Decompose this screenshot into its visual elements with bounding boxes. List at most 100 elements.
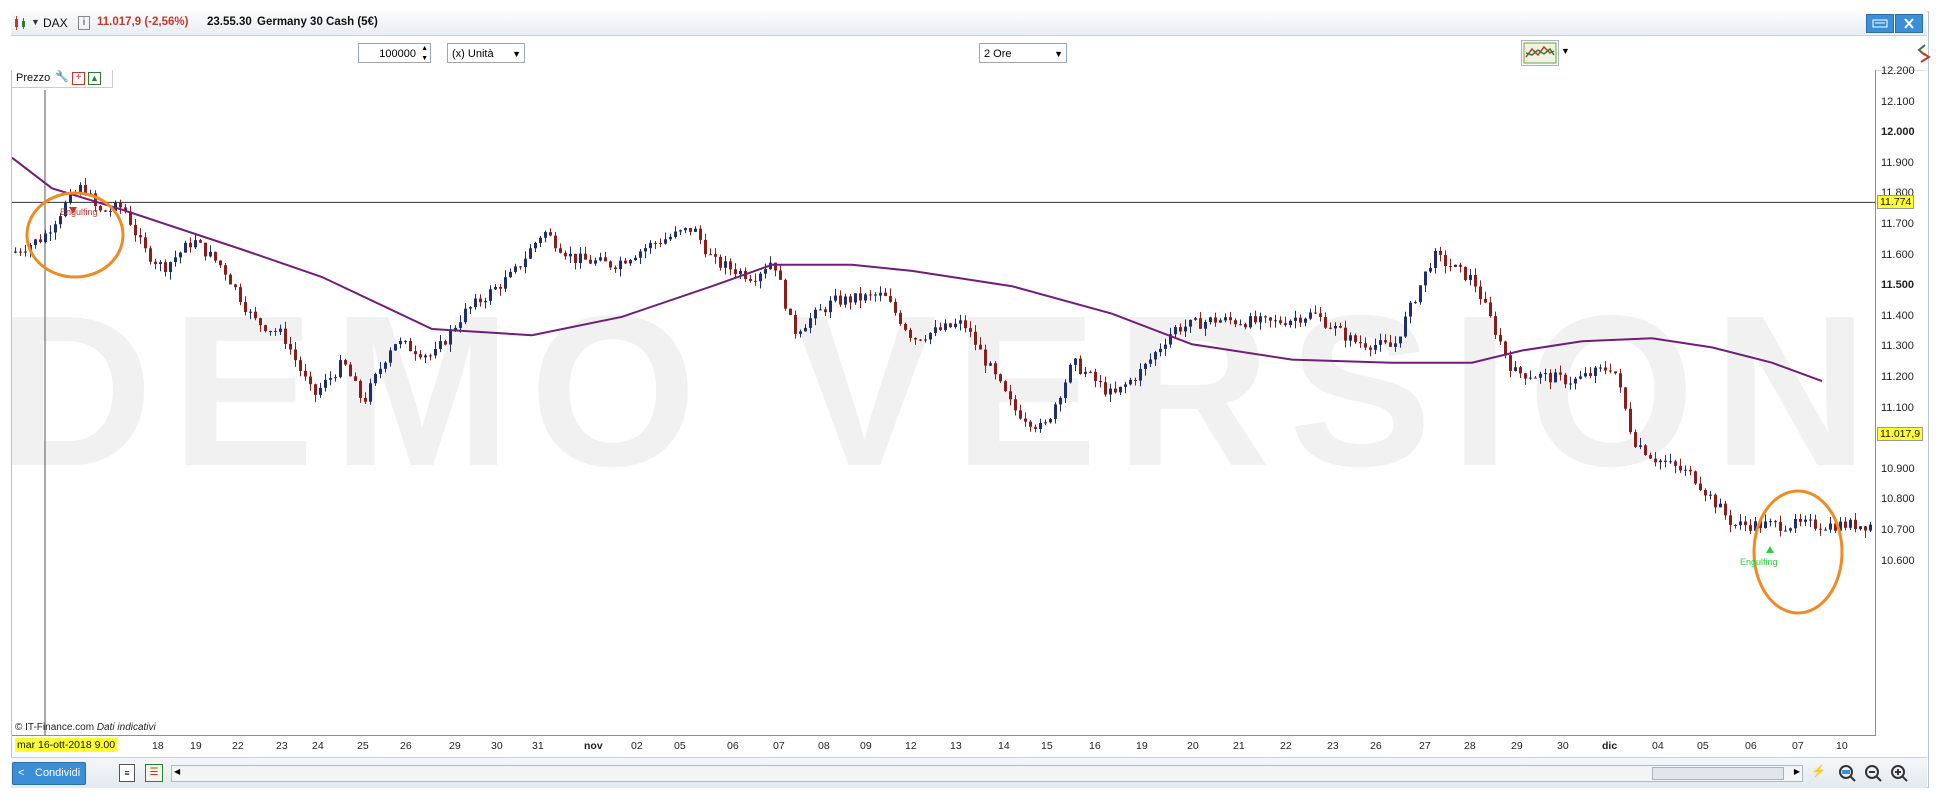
zoom-in-icon[interactable]: [1889, 763, 1909, 783]
candle-body: [39, 239, 42, 243]
remove-panel-icon[interactable]: +: [72, 72, 85, 85]
scroll-left-icon[interactable]: ◀: [174, 767, 180, 776]
date-tick-label: 29: [1511, 740, 1523, 752]
candle-body: [914, 338, 917, 340]
chart-tool-icon[interactable]: ⚡: [1811, 764, 1827, 780]
list-icon[interactable]: ☰: [145, 764, 163, 782]
side-panel-toggle[interactable]: [1917, 42, 1931, 64]
candle-body: [1024, 418, 1027, 422]
candle-body: [1734, 524, 1737, 526]
close-button[interactable]: [1895, 14, 1923, 33]
date-tick-label: 27: [1419, 740, 1431, 752]
price-chart-area[interactable]: DEMO VERSION Engulfing Engulfing Prezzo …: [12, 70, 1876, 736]
candle-body: [1819, 528, 1822, 530]
candle-body: [1474, 274, 1477, 287]
candle-body: [399, 341, 402, 345]
candle-body: [1549, 372, 1552, 383]
candle-body: [209, 251, 212, 257]
candle-body: [1329, 327, 1332, 329]
candle-body: [1259, 316, 1262, 323]
candle-body: [214, 251, 217, 261]
candle-body: [549, 232, 552, 236]
candle-body: [1634, 432, 1637, 447]
scrollbar-thumb[interactable]: [1652, 767, 1784, 780]
horizontal-scrollbar[interactable]: ◀ ▶: [171, 765, 1803, 782]
move-up-icon[interactable]: ▲: [88, 72, 101, 85]
candle-body: [1374, 344, 1377, 350]
price-tick-label: 11.400: [1881, 309, 1914, 322]
price-tick-label: 11.200: [1881, 371, 1914, 383]
info-icon[interactable]: i: [78, 16, 90, 30]
candle-body: [1779, 521, 1782, 531]
price-tick-label: 11.600: [1881, 248, 1914, 261]
candle-body: [639, 251, 642, 258]
candle-body: [244, 302, 247, 313]
panel-title: Prezzo: [16, 72, 51, 84]
scroll-right-icon[interactable]: ▶: [1794, 767, 1800, 776]
candle-body: [444, 341, 447, 345]
stepper-down-icon[interactable]: ▼: [421, 49, 428, 69]
share-button[interactable]: < Condividi: [12, 762, 86, 785]
notes-icon[interactable]: ≡: [119, 764, 135, 782]
candle-body: [1699, 483, 1702, 490]
candle-body: [989, 363, 992, 366]
timeframe-select[interactable]: 2 Ore ▼: [979, 43, 1067, 63]
candle-body: [1164, 344, 1167, 349]
candle-body: [1404, 316, 1407, 337]
candle-body: [664, 239, 667, 244]
candlestick-icon[interactable]: [13, 15, 29, 31]
unit-select[interactable]: (x) Unità ▼: [447, 43, 525, 63]
candle-body: [1454, 264, 1457, 267]
candle-body: [1294, 317, 1297, 321]
candle-body: [1309, 312, 1312, 319]
candle-body: [1504, 341, 1507, 356]
panel-header: Prezzo 🔧 + ▲: [12, 70, 113, 88]
candle-body: [1094, 371, 1097, 382]
level-price-badge: 11.774: [1877, 195, 1915, 210]
wrench-icon[interactable]: 🔧: [55, 70, 69, 83]
candle-body: [729, 261, 732, 270]
candle-body: [54, 224, 57, 233]
candle-body: [439, 341, 442, 349]
candle-body: [1519, 367, 1522, 374]
quantity-stepper[interactable]: 100000 ▲ ▼: [358, 43, 431, 63]
candle-body: [154, 261, 157, 264]
candle-body: [1449, 265, 1452, 267]
date-tick-label: 23: [276, 740, 288, 752]
candle-body: [1804, 519, 1807, 522]
date-tick-label: 18: [152, 740, 164, 752]
indicator-button[interactable]: [1521, 40, 1559, 66]
zoom-out-icon[interactable]: [1863, 763, 1883, 783]
candle-body: [864, 294, 867, 301]
candle-body: [934, 327, 937, 333]
candle-body: [1784, 530, 1787, 532]
candle-body: [1509, 355, 1512, 371]
candle-body: [1639, 445, 1642, 447]
candle-body: [279, 328, 282, 332]
candle-body: [269, 330, 272, 332]
candle-body: [1239, 324, 1242, 326]
layout-button[interactable]: [1866, 14, 1894, 33]
candle-body: [554, 235, 557, 249]
candle-body: [1004, 381, 1007, 392]
price-chart[interactable]: DEMO VERSION Engulfing Engulfing: [12, 70, 1875, 735]
zoom-fit-icon[interactable]: [1837, 763, 1857, 783]
date-tick-label: 02: [631, 740, 643, 752]
candle-body: [1539, 373, 1542, 378]
chevron-down-icon[interactable]: ▼: [1561, 46, 1570, 56]
instrument-name: Germany 30 Cash (5€): [257, 16, 378, 28]
candle-body: [1604, 367, 1607, 371]
title-bar: ▼ DAX i 11.017,9 (-2,56%) 23.55.30 Germa…: [11, 11, 1927, 36]
candle-body: [1594, 367, 1597, 376]
candle-body: [414, 351, 417, 355]
candle-body: [294, 349, 297, 361]
symbol-label[interactable]: DAX: [43, 16, 68, 30]
candle-body: [1869, 524, 1872, 531]
close-icon: [1904, 18, 1914, 29]
candle-body: [1434, 250, 1437, 269]
chevron-down-icon[interactable]: ▼: [31, 17, 40, 27]
price-tick-label: 11.700: [1881, 218, 1914, 230]
candle-body: [1769, 521, 1772, 523]
candle-body: [734, 269, 737, 275]
candle-body: [1199, 318, 1202, 329]
